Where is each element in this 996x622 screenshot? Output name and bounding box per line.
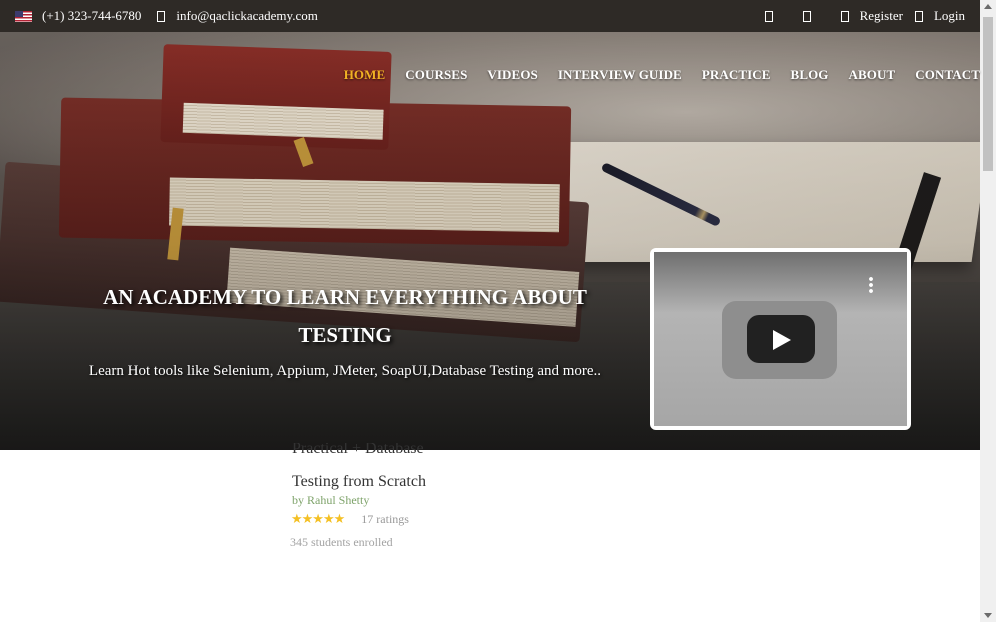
email-address[interactable]: info@qaclickacademy.com: [176, 8, 317, 24]
account-links: Register Login: [764, 8, 965, 24]
page-scrollbar[interactable]: [980, 0, 996, 622]
scroll-up-icon[interactable]: [984, 4, 992, 9]
contact-info: (+1) 323-744-6780 info@qaclickacademy.co…: [15, 8, 318, 24]
nav-item-courses[interactable]: COURSES: [405, 67, 467, 83]
video-player[interactable]: [650, 248, 911, 430]
register-link[interactable]: Register: [860, 8, 903, 24]
course-author: by Rahul Shetty: [292, 493, 370, 507]
students-enrolled: 345 students enrolled: [290, 535, 393, 549]
nav-item-contact[interactable]: CONTACT: [915, 67, 980, 83]
nav-item-practice[interactable]: PRACTICE: [702, 67, 771, 83]
more-options-icon[interactable]: [869, 276, 873, 294]
nav-item-videos[interactable]: VIDEOS: [487, 67, 537, 83]
us-flag-icon: [15, 10, 32, 22]
rating-count: 17 ratings: [361, 511, 409, 526]
scrollbar-thumb[interactable]: [983, 17, 993, 171]
nav-item-about[interactable]: ABOUT: [849, 67, 896, 83]
star-rating-icon: ★★★★★: [291, 511, 345, 526]
nav-item-blog[interactable]: BLOG: [791, 67, 829, 83]
play-icon[interactable]: [747, 315, 815, 363]
top-contact-bar: (+1) 323-744-6780 info@qaclickacademy.co…: [0, 0, 980, 32]
social-icon-2[interactable]: [802, 10, 811, 22]
hero-subtitle: Learn Hot tools like Selenium, Appium, J…: [88, 363, 602, 379]
video-thumbnail[interactable]: [654, 252, 907, 426]
register-icon: [840, 10, 849, 22]
course-title-line1[interactable]: Practical + Database: [292, 443, 512, 457]
social-icon-1[interactable]: [764, 10, 773, 22]
main-navigation: HOME COURSES VIDEOS INTERVIEW GUIDE PRAC…: [324, 67, 980, 83]
login-icon: [914, 10, 923, 22]
nav-item-interview-guide[interactable]: INTERVIEW GUIDE: [558, 67, 682, 83]
hero-title: AN ACADEMY TO LEARN EVERYTHING ABOUT TES…: [103, 285, 587, 347]
mail-icon: [157, 10, 166, 22]
phone-number: (+1) 323-744-6780: [42, 8, 142, 23]
scroll-down-icon[interactable]: [984, 613, 992, 618]
course-title-line2[interactable]: Testing from Scratch: [292, 472, 512, 491]
course-rating: ★★★★★ 17 ratings: [291, 511, 512, 527]
course-card[interactable]: Practical + Database Testing from Scratc…: [290, 443, 512, 550]
login-link[interactable]: Login: [934, 8, 965, 24]
nav-item-home[interactable]: HOME: [344, 67, 386, 83]
